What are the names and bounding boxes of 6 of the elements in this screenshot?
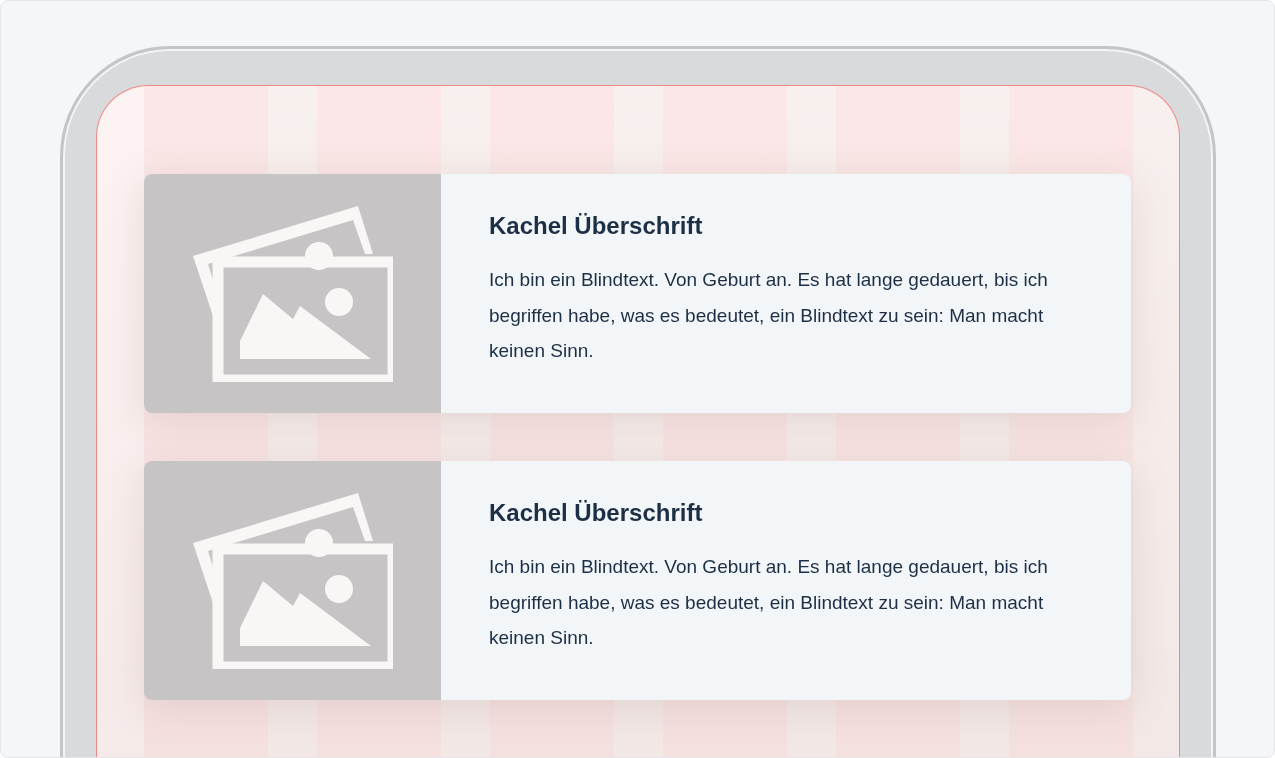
tile-heading: Kachel Überschrift xyxy=(489,498,704,528)
photos-icon xyxy=(192,205,393,382)
tile-text: Ich bin ein Blindtext. Von Geburt an. Es hat lange gedauert, bis ich begriffen habe, was es bedeutet, ein Blindtext zu sein: Man macht keinen Sinn. xyxy=(489,555,1049,650)
tile-heading: Kachel Überschrift xyxy=(489,211,704,241)
tile-text: Ich bin ein Blindtext. Von Geburt an. Es hat lange gedauert, bis ich begriffen habe, was es bedeutet, ein Blindtext zu sein: Man macht keinen Sinn. xyxy=(489,268,1049,363)
photos-icon xyxy=(192,492,393,669)
